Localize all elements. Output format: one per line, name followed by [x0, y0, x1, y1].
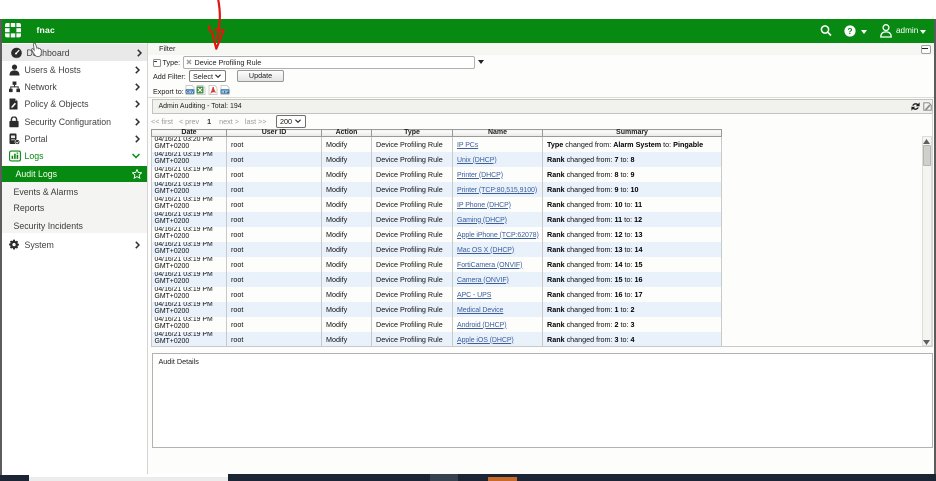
svg-text:?: ?: [847, 26, 852, 36]
svg-text:CSV: CSV: [186, 90, 194, 94]
svg-text:RTF: RTF: [221, 90, 229, 94]
